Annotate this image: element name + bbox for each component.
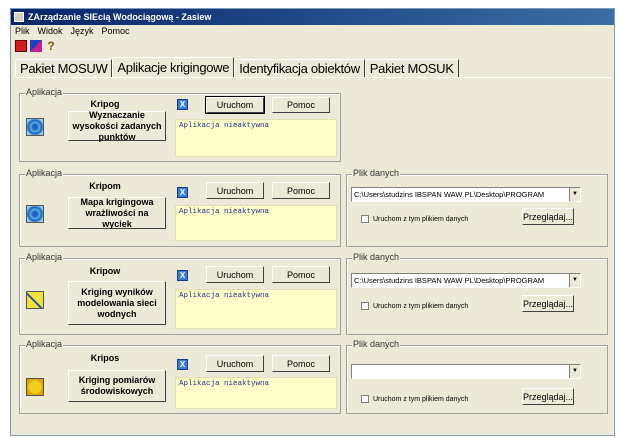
surface-icon [26,205,44,223]
file-group-kripow: Plik danych C:\Users\studzins IBSPAN WAW… [346,252,608,335]
main-window: ZArządzanie SIEcią Wodociągową - Zasiew … [10,8,615,436]
checkbox-label: Uruchom z tym plikiem danych [373,302,469,310]
run-button[interactable]: Uruchom [206,266,264,283]
window-title: ZArządzanie SIEcią Wodociągową - Zasiew [28,12,212,22]
tab-content: Aplikacja Kripog Wyznaczanie wysokości z… [15,77,612,433]
file-path-select[interactable]: C:\Users\studzins IBSPAN WAW PL\Desktop\… [351,273,581,288]
use-file-checkbox[interactable]: Uruchom z tym plikiem danych [361,302,468,310]
menu-jezyk[interactable]: Język [71,25,94,38]
app-launch-button[interactable]: Kriging pomiarów środowiskowych [68,370,166,402]
help-button[interactable]: Pomoc [272,97,330,113]
tab-pakiet-mosuw[interactable]: Pakiet MOSUW [15,59,113,77]
environment-icon [26,378,44,396]
browse-button[interactable]: Przeglądaj... [522,208,574,225]
chevron-down-icon[interactable]: ▼ [569,188,580,201]
menu-bar: Plik Widok Język Pomoc [11,25,614,38]
group-legend: Aplikacja [25,168,64,178]
title-bar: ZArządzanie SIEcią Wodociągową - Zasiew [11,9,614,25]
help-icon[interactable]: ? [45,39,57,53]
group-legend: Aplikacja [25,339,64,349]
checkbox-box[interactable] [361,395,369,403]
file-path-select[interactable]: C:\Users\studzins IBSPAN WAW PL\Desktop\… [351,187,581,202]
group-legend: Aplikacja [25,252,64,262]
app-name: Kripos [90,353,120,363]
close-x-icon[interactable]: X [177,270,188,281]
browse-button[interactable]: Przeglądaj... [522,388,574,405]
close-x-icon[interactable]: X [177,99,188,110]
file-legend: Plik danych [352,168,401,178]
tab-identyfikacja-obiektow[interactable]: Identyfikacja obiektów [234,59,365,77]
network-icon [26,291,44,309]
browse-button[interactable]: Przeglądaj... [522,295,574,312]
run-button[interactable]: Uruchom [206,182,264,199]
group-kripos: Aplikacja Kripos Kriging pomiarów środow… [19,339,341,414]
group-kripom: Aplikacja Kripom Mapa krigingowa wrażliw… [19,168,341,247]
file-group-kripom: Plik danych C:\Users\studzins IBSPAN WAW… [346,168,608,247]
status-text: Aplikacja nieaktywna [175,289,337,329]
group-kripog: Aplikacja Kripog Wyznaczanie wysokości z… [19,87,341,162]
save-icon[interactable] [15,40,27,52]
menu-widok[interactable]: Widok [38,25,63,38]
app-launch-button[interactable]: Kriging wyników modelowania sieci wodnyc… [68,281,166,325]
file-legend: Plik danych [352,339,401,349]
checkbox-box[interactable] [361,302,369,310]
close-x-icon[interactable]: X [177,187,188,198]
tab-strip: Pakiet MOSUW Aplikacje krigingowe Identy… [15,57,459,77]
file-path-select[interactable]: ▼ [351,364,581,379]
use-file-checkbox[interactable]: Uruchom z tym plikiem danych [361,215,468,223]
status-text: Aplikacja nieaktywna [175,119,337,157]
chevron-down-icon[interactable]: ▼ [569,274,580,287]
help-button[interactable]: Pomoc [272,266,330,283]
app-launch-button[interactable]: Mapa krigingowa wrażliwości na wyciek [68,197,166,229]
status-text: Aplikacja nieaktywna [175,377,337,409]
surface-icon [26,118,44,136]
status-text: Aplikacja nieaktywna [175,205,337,241]
app-launch-button[interactable]: Wyznaczanie wysokości zadanych punktów [68,110,166,142]
menu-plik[interactable]: Plik [15,25,30,38]
checkbox-label: Uruchom z tym plikiem danych [373,395,469,403]
group-kripow: Aplikacja Kripow Kriging wyników modelow… [19,252,341,335]
app-name: Kripog [90,99,120,109]
run-button[interactable]: Uruchom [205,96,265,114]
toolbar: ? [11,38,614,54]
palette-icon[interactable] [30,40,42,52]
menu-pomoc[interactable]: Pomoc [102,25,130,38]
file-group-kripos: Plik danych ▼ Uruchom z tym plikiem dany… [346,339,608,414]
app-name: Kripow [89,266,121,276]
close-x-icon[interactable]: X [177,359,188,370]
checkbox-box[interactable] [361,215,369,223]
run-button[interactable]: Uruchom [206,355,264,372]
file-path-value: C:\Users\studzins IBSPAN WAW PL\Desktop\… [354,276,545,285]
app-icon [14,12,24,22]
file-path-value: C:\Users\studzins IBSPAN WAW PL\Desktop\… [354,190,545,199]
chevron-down-icon[interactable]: ▼ [569,365,580,378]
tab-pakiet-mosuk[interactable]: Pakiet MOSUK [364,59,459,77]
group-legend: Aplikacja [25,87,64,97]
help-button[interactable]: Pomoc [272,355,330,372]
file-legend: Plik danych [352,252,401,262]
checkbox-label: Uruchom z tym plikiem danych [373,215,469,223]
app-name: Kripom [89,181,121,191]
use-file-checkbox[interactable]: Uruchom z tym plikiem danych [361,395,468,403]
help-button[interactable]: Pomoc [272,182,330,199]
tab-aplikacje-krigingowe[interactable]: Aplikacje krigingowe [112,57,235,77]
